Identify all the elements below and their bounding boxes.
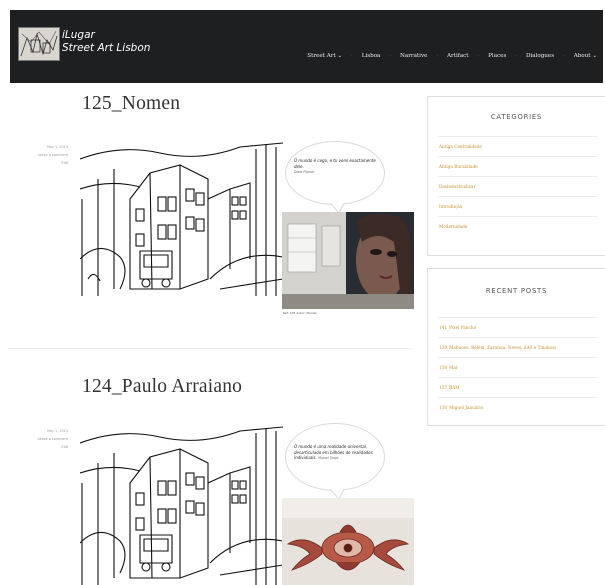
recent-post-link[interactable]: 136_Miguel Januário [438,397,597,417]
category-link[interactable]: Antiga Centralidade [438,136,597,156]
nav-artifact[interactable]: Artifact [447,53,469,59]
nav-separator: · [515,53,517,59]
nav-separator: · [436,53,439,59]
nav-places[interactable]: Places [488,53,506,59]
category-link[interactable]: Desindustrializar [438,176,597,196]
photo-caption: Ref: 125 Autor: Nomen [283,311,318,315]
nav-street-art[interactable]: Street Art ⌄ [307,53,342,59]
site-title-line1: iLugar [62,29,95,41]
category-link[interactable]: Modernidade [438,216,597,236]
nav-dialogues[interactable]: Dialogues [526,53,554,59]
quote-text: O mundo é uma realidade universal, desar… [294,444,373,460]
post-meta: May 1, 2014 Leave a comment Edit [28,143,68,167]
categories-list: Antiga Centralidade Antiga Ruralidade De… [428,136,605,236]
quote-bubble: O mundo é cego, e tu vens exactamente de… [285,141,385,205]
recent-post-link[interactable]: 139_Mabuoso, Belém, Zaratiua, Neves, SAS… [438,337,597,357]
post-divider [8,348,412,349]
site-header: iLugar Street Art Lisbon Street Art ⌄ · … [10,10,603,83]
post-comments-link[interactable]: Leave a comment [28,435,68,443]
widget-title: RECENT POSTS [485,287,548,295]
post-date[interactable]: May 1, 2014 [28,143,68,151]
quote-author: Dona Pignier [294,170,315,174]
nav-separator: · [477,53,480,59]
site-title-line2: Street Art Lisbon [62,42,151,54]
category-link[interactable]: Introdução [438,196,597,216]
recent-post-link[interactable]: 138_Mar [438,357,597,377]
quote-text: O mundo é cego, e tu vens exactamente de… [294,158,376,169]
site-logo[interactable] [18,27,60,61]
street-sketch-illustration [80,426,283,585]
chevron-down-icon: ⌄ [592,53,597,59]
street-art-photo[interactable] [282,212,414,309]
post-title[interactable]: 124_Paulo Arraiano [82,376,242,398]
nav-separator: · [351,53,353,59]
quote-bubble: O mundo é uma realidade universal, desar… [285,423,385,491]
post-edit-link[interactable]: Edit [28,159,68,167]
post-date[interactable]: May 1, 2014 [28,427,68,435]
post-title[interactable]: 125_Nomen [82,93,180,115]
widget-title: CATEGORIES [490,113,543,121]
recent-post-link[interactable]: 141_Pixel Pancho [438,317,597,337]
post-comments-link[interactable]: Leave a comment [28,151,68,159]
nav-about[interactable]: About ⌄ [574,53,597,59]
nav-lisboa[interactable]: Lisboa [362,53,381,59]
recent-posts-list: 141_Pixel Pancho 139_Mabuoso, Belém, Zar… [428,317,605,417]
recent-post-link[interactable]: 137_RAM [438,377,597,397]
main-nav: Street Art ⌄ · Lisboa · Narrative · Arti… [307,53,597,59]
post-edit-link[interactable]: Edit [28,443,68,451]
nav-separator: · [389,53,391,59]
street-sketch-illustration [80,142,283,296]
street-art-photo[interactable] [282,498,414,585]
chevron-down-icon: ⌄ [337,53,343,59]
category-link[interactable]: Antiga Ruralidade [438,156,597,176]
categories-widget: CATEGORIES Antiga Centralidade Antiga Ru… [427,96,605,256]
recent-posts-widget: RECENT POSTS 141_Pixel Pancho 139_Mabuos… [427,268,605,426]
site-title[interactable]: iLugar Street Art Lisbon [62,29,150,55]
nav-narrative[interactable]: Narrative [400,53,427,59]
nav-separator: · [563,53,565,59]
quote-author: Miguel Torga [318,456,339,460]
post-meta: May 1, 2014 Leave a comment Edit [28,427,68,451]
